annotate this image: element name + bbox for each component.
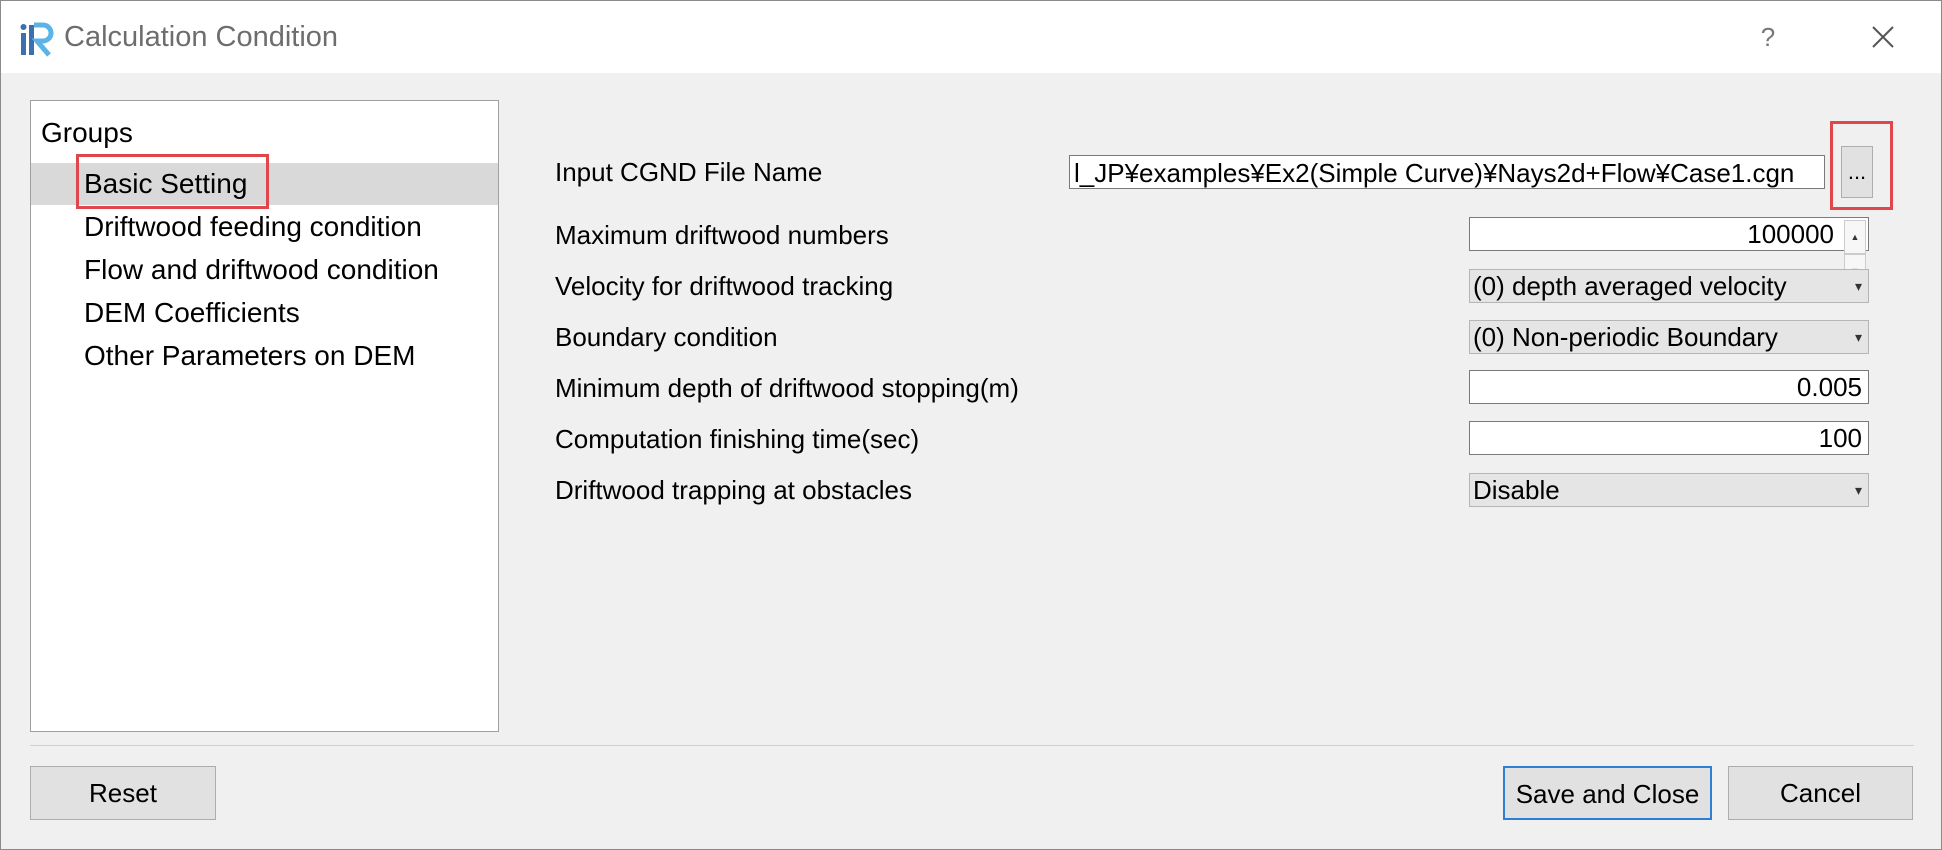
trapping-label: Driftwood trapping at obstacles	[555, 475, 912, 505]
groups-panel: Groups Basic Setting Driftwood feeding c…	[30, 100, 499, 732]
dropdown-arrow-icon: ▾	[1854, 482, 1862, 498]
boundary-value: (0) Non-periodic Boundary	[1473, 322, 1778, 352]
max-driftwood-value: 100000	[1747, 219, 1834, 249]
browse-button[interactable]: ...	[1841, 146, 1873, 198]
group-item-basic-setting[interactable]: Basic Setting	[31, 163, 498, 205]
group-item-label: DEM Coefficients	[84, 297, 300, 328]
velocity-value: (0) depth averaged velocity	[1473, 271, 1787, 301]
group-item-label: Driftwood feeding condition	[84, 211, 422, 242]
close-button[interactable]	[1863, 17, 1903, 57]
group-item-dem-coefficients[interactable]: DEM Coefficients	[31, 292, 498, 334]
group-item-label: Flow and driftwood condition	[84, 254, 439, 285]
max-driftwood-label: Maximum driftwood numbers	[555, 220, 889, 250]
velocity-select[interactable]: (0) depth averaged velocity ▾	[1469, 269, 1869, 303]
group-item-other-parameters[interactable]: Other Parameters on DEM	[31, 335, 498, 377]
input-cgnd-value: l_JP¥examples¥Ex2(Simple Curve)¥Nays2d+F…	[1074, 158, 1795, 188]
velocity-label: Velocity for driftwood tracking	[555, 271, 894, 301]
spin-buttons[interactable]: ▲ ▼	[1844, 220, 1866, 288]
calculation-condition-dialog: Calculation Condition ? Groups Basic Set…	[0, 0, 1942, 850]
min-depth-label: Minimum depth of driftwood stopping(m)	[555, 373, 1019, 403]
help-button[interactable]: ?	[1753, 17, 1783, 57]
input-cgnd-label: Input CGND File Name	[555, 157, 823, 187]
max-driftwood-spinbox[interactable]: 100000 ▲ ▼	[1469, 217, 1869, 288]
iric-logo-icon	[20, 22, 54, 57]
group-item-label: Basic Setting	[84, 168, 248, 199]
spin-up-icon[interactable]: ▲	[1844, 220, 1866, 254]
group-item-driftwood-feeding[interactable]: Driftwood feeding condition	[31, 206, 498, 248]
close-icon	[1872, 26, 1894, 48]
save-and-close-button[interactable]: Save and Close	[1503, 766, 1712, 820]
group-item-flow-and-driftwood[interactable]: Flow and driftwood condition	[31, 249, 498, 291]
trapping-value: Disable	[1473, 475, 1560, 505]
footer-separator	[30, 745, 1914, 746]
cancel-button[interactable]: Cancel	[1728, 766, 1913, 820]
title-bar: Calculation Condition ?	[1, 1, 1941, 73]
groups-title: Groups	[41, 117, 133, 148]
window-title: Calculation Condition	[64, 21, 339, 53]
boundary-label: Boundary condition	[555, 322, 778, 352]
dropdown-arrow-icon: ▾	[1854, 278, 1862, 294]
dropdown-arrow-icon: ▾	[1854, 329, 1862, 345]
finish-time-input[interactable]: 100	[1469, 421, 1869, 455]
min-depth-input[interactable]: 0.005	[1469, 370, 1869, 404]
reset-button[interactable]: Reset	[30, 766, 216, 820]
boundary-select[interactable]: (0) Non-periodic Boundary ▾	[1469, 320, 1869, 354]
input-cgnd-field[interactable]: l_JP¥examples¥Ex2(Simple Curve)¥Nays2d+F…	[1069, 155, 1825, 189]
trapping-select[interactable]: Disable ▾	[1469, 473, 1869, 507]
finish-time-label: Computation finishing time(sec)	[555, 424, 920, 454]
group-item-label: Other Parameters on DEM	[84, 340, 416, 371]
